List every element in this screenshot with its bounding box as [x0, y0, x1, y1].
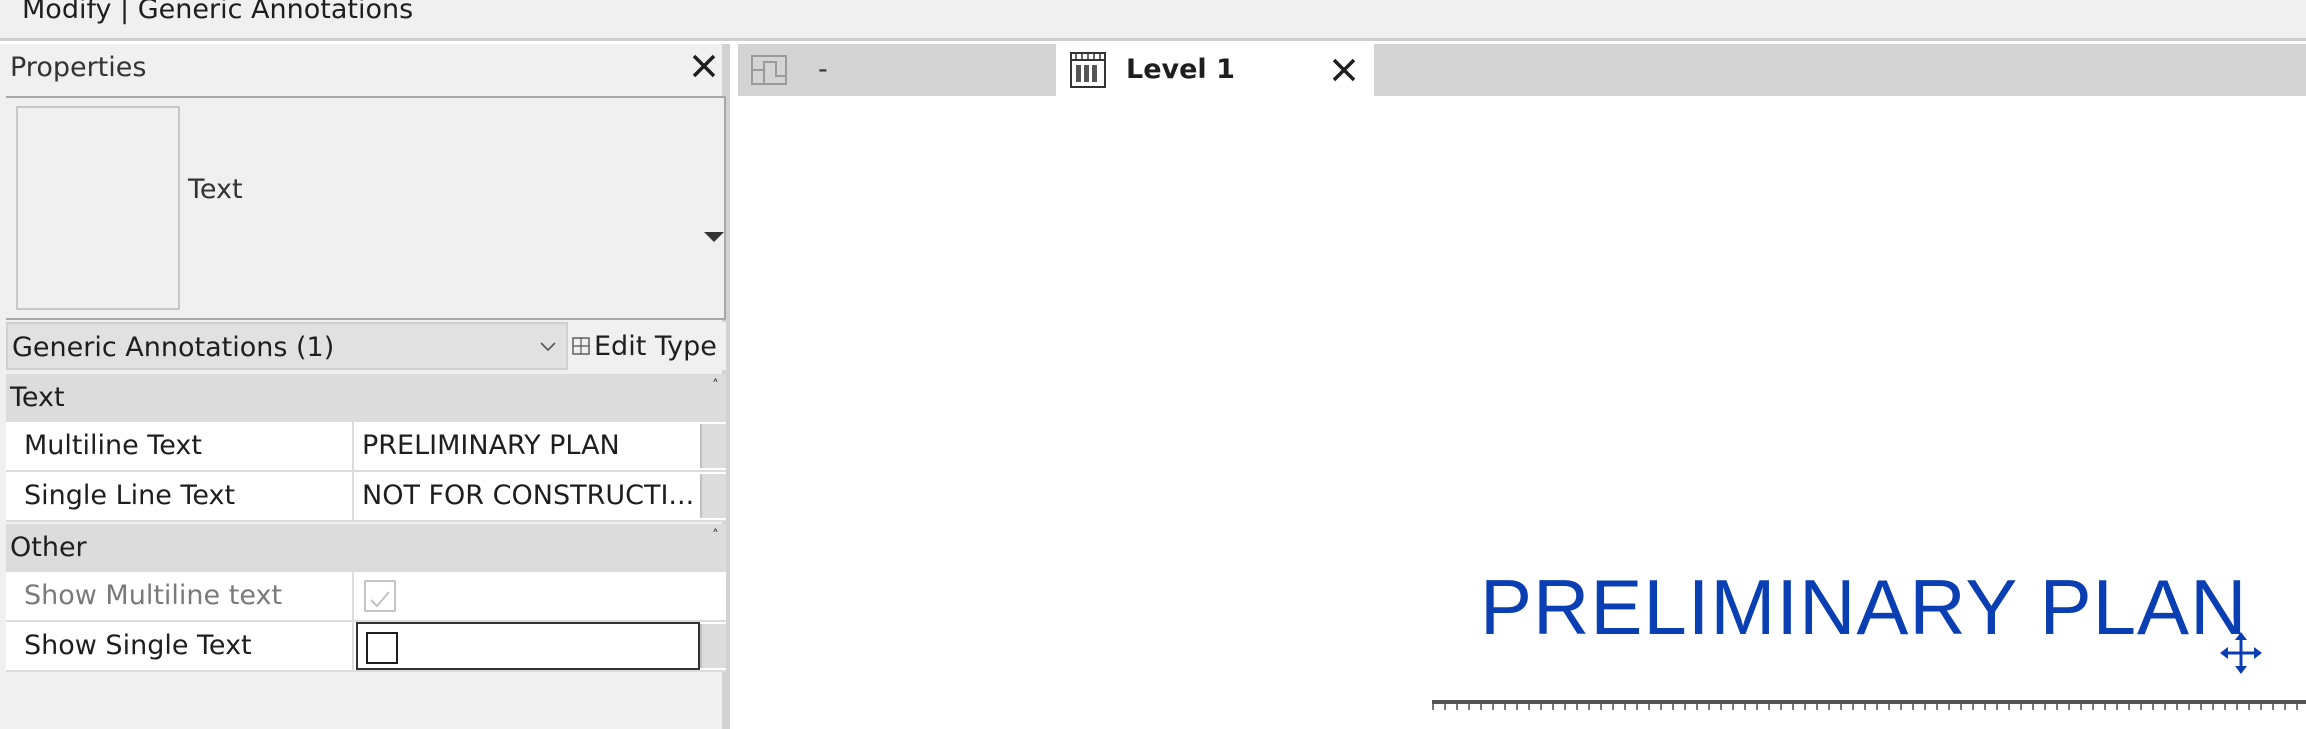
edit-value-button[interactable] — [700, 624, 726, 668]
ribbon-context-bar: Modify | Generic Annotations — [0, 0, 2306, 41]
properties-title: Properties — [10, 52, 147, 83]
collapse-icon[interactable]: ˄ — [712, 378, 719, 394]
property-row-show-multiline: Show Multiline text — [6, 572, 726, 622]
type-selector[interactable]: Text — [6, 96, 726, 320]
type-preview-image — [16, 106, 180, 310]
floor-plan-icon — [751, 55, 787, 85]
sheet-view-icon — [1070, 52, 1106, 88]
group-label: Text — [10, 382, 65, 413]
multiline-text-field[interactable]: PRELIMINARY PLAN — [356, 422, 700, 470]
properties-palette: Properties Text Generic Annotations (1) … — [0, 44, 730, 729]
collapse-icon[interactable]: ˄ — [712, 528, 719, 544]
edit-value-button[interactable] — [700, 424, 726, 468]
property-name: Single Line Text — [6, 472, 354, 520]
edit-type-icon — [572, 337, 590, 355]
show-single-text-checkbox[interactable] — [366, 632, 398, 664]
dropdown-arrow-icon[interactable] — [704, 232, 724, 242]
view-tab-bar: - Level 1 — [738, 44, 2306, 96]
properties-header: Properties — [0, 44, 722, 94]
move-handle-icon[interactable] — [2218, 630, 2264, 676]
sheet-border-ticks — [1432, 704, 2306, 710]
drawing-canvas[interactable]: PRELIMINARY PLAN — [738, 96, 2306, 729]
single-line-text-field[interactable]: NOT FOR CONSTRUCTI... — [356, 472, 700, 520]
tab-label: Level 1 — [1126, 54, 1235, 85]
close-icon — [692, 54, 716, 78]
edit-value-button[interactable] — [700, 474, 726, 518]
property-name: Multiline Text — [6, 422, 354, 470]
property-name: Show Multiline text — [6, 572, 354, 620]
ribbon-context-title: Modify | Generic Annotations — [22, 0, 414, 25]
annotation-text[interactable]: PRELIMINARY PLAN — [1480, 562, 2247, 653]
properties-close-button[interactable] — [688, 50, 720, 82]
chevron-down-icon — [540, 342, 556, 352]
tab-close-button[interactable] — [1328, 54, 1360, 86]
group-header-other[interactable]: Other ˄ — [6, 524, 726, 572]
property-name: Show Single Text — [6, 622, 354, 670]
edit-type-label: Edit Type — [594, 330, 717, 362]
property-row-show-single-text: Show Single Text — [6, 622, 726, 672]
instance-filter-row: Generic Annotations (1) Edit Type — [6, 322, 726, 370]
edit-type-button[interactable]: Edit Type — [572, 322, 726, 370]
type-selector-name: Text — [188, 174, 243, 205]
check-icon — [370, 591, 390, 608]
group-label: Other — [10, 532, 87, 563]
tab-floor-plan[interactable]: - — [738, 44, 1056, 96]
instance-filter-select[interactable]: Generic Annotations (1) — [6, 322, 568, 370]
show-multiline-value — [356, 572, 700, 620]
show-single-text-value — [356, 622, 700, 670]
property-row-multiline-text: Multiline Text PRELIMINARY PLAN — [6, 422, 726, 472]
show-multiline-checkbox — [364, 580, 396, 612]
tab-level-1[interactable]: Level 1 — [1056, 44, 1374, 96]
property-row-single-line-text: Single Line Text NOT FOR CONSTRUCTI... — [6, 472, 726, 522]
close-icon — [1332, 58, 1356, 82]
tab-label: - — [818, 54, 828, 85]
group-header-text[interactable]: Text ˄ — [6, 374, 726, 422]
instance-filter-value: Generic Annotations (1) — [12, 332, 335, 363]
